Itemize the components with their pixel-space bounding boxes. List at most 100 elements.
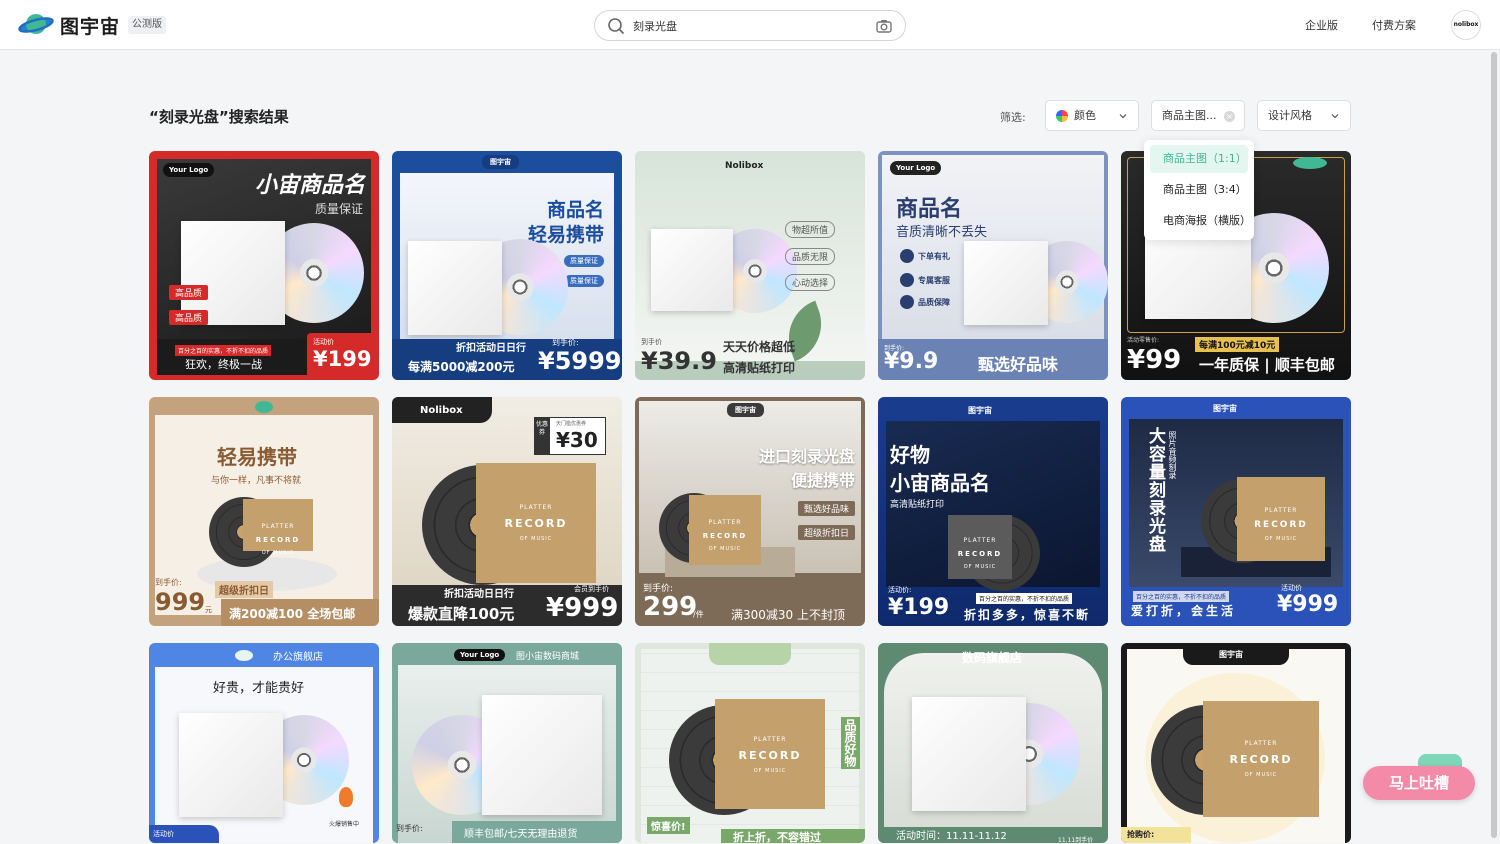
template-card[interactable]: Nolibox 优惠券 天门槛优惠券 ¥30 PLATTER RECORD OF… [392,397,622,626]
card-promo: 甄选好品味 [978,355,1059,374]
clear-icon[interactable]: × [1224,111,1235,122]
record-line2: RECORD [1229,753,1293,767]
coupon-note: 天门槛优惠券 [556,421,587,427]
avatar[interactable]: nolibox [1451,10,1481,40]
scrollbar-thumb[interactable] [1491,52,1497,838]
record-sleeve: PLATTER RECORD OF MUSIC [715,699,825,809]
search-icon[interactable] [607,17,625,35]
sleeve-image [408,241,502,335]
record-line3: OF MUSIC [963,563,997,570]
card-fine-print: 11.11到手价 [1058,837,1094,843]
card-promo: 天天价格超低 [723,340,796,354]
price-label: 活动价 [313,338,334,346]
card-promo: 满200减100 全场包邮 [229,607,356,621]
card-fine-print: 高清贴纸打印 [723,361,796,375]
type-filter[interactable]: 商品主图... × [1151,100,1245,131]
style-filter[interactable]: 设计风格 [1257,100,1351,131]
card-fine-print-2: 百分之百的实惠，不折不扣的品质 [976,593,1073,604]
template-card[interactable]: 图宇宙 大容量刻录光盘 照片音频刻录 PLATTER RECORD OF MUS… [1121,397,1351,626]
logo-badge: Nolibox [420,405,463,416]
sleeve-image [651,229,733,311]
record-line3: OF MUSIC [261,549,295,556]
coupon-value: ¥30 [556,428,598,452]
card-title: 品质好物 [841,717,860,769]
color-wheel-icon [1056,110,1068,122]
logo-badge: 图宇宙 [482,155,519,169]
card-price: ¥999 [1277,592,1339,617]
card-price: ¥9.9 [884,349,939,374]
template-card[interactable]: 图宇宙 商品名 轻易携带 质量保证 质量保证 折扣活动日日行 每满5000减20… [392,151,622,380]
record-sleeve: PLATTER RECORD OF MUSIC [689,495,761,565]
template-card[interactable]: 图宇宙 进口刻录光盘 便捷携带 甄选好品味 超级折扣日 PLATTER RECO… [635,397,865,626]
template-card[interactable]: Your Logo 小宙商品名 质量保证 高品质 高品质 百分之百的实惠，不折不… [149,151,379,380]
template-card[interactable]: Your Logo 图小宙数码商城 到手价: 顺丰包邮/七天无理由退货 [392,643,622,843]
card-price: 999 [155,588,206,616]
sleeve-image [912,697,1026,811]
record-line3: OF MUSIC [519,535,553,542]
template-card[interactable]: 图宇宙 好物 小宙商品名 高清贴纸打印 PLATTER RECORD OF MU… [878,397,1108,626]
record-line1: PLATTER [708,519,742,527]
card-title: 小宙商品名 [254,173,365,198]
record-line2: RECORD [702,532,748,541]
card-subtitle: 照片音频刻录 [1168,431,1177,479]
logo-badge: 图宇宙 [968,406,992,415]
card-fine-print: 超级折扣日 [215,581,273,598]
type-filter-label: 商品主图... [1162,109,1217,122]
price-unit: 元 [205,606,212,614]
dropdown-option-main-1-1[interactable]: 商品主图（1:1） [1150,145,1248,173]
card-title: 好贵，才能贵好 [213,681,305,696]
card-tag: 高品质 [169,285,209,300]
search-bar[interactable] [594,10,906,41]
feedback-button[interactable]: 马上吐槽 [1363,766,1475,800]
card-subtitle: 与你一样，凡事不将就 [211,476,302,486]
nav-enterprise[interactable]: 企业版 [1305,17,1338,33]
nav-pricing[interactable]: 付费方案 [1372,17,1416,33]
camera-search-icon[interactable] [875,17,893,35]
brand-name[interactable]: 图宇宙 [60,12,120,39]
card-title: 商品名 [546,199,604,221]
template-card[interactable]: 办公旗舰店 好贵，才能贵好 火爆销售中 活动价 [149,643,379,843]
sleeve-image [179,713,283,817]
card-price: 299 [643,592,698,622]
record-line3: OF MUSIC [753,768,787,775]
template-card[interactable]: 图宇宙 PLATTER RECORD OF MUSIC 抢购价: [1121,643,1351,843]
dropdown-option-poster-landscape[interactable]: 电商海报（横版） [1150,207,1251,235]
record-line2: RECORD [957,549,1003,558]
dropdown-option-main-3-4[interactable]: 商品主图（3:4） [1150,176,1248,204]
record-line1: PLATTER [261,522,295,530]
card-feature: 下单有礼 [918,252,950,261]
card-promo: 顺丰包邮/七天无理由退货 [464,829,578,840]
template-card[interactable]: Your Logo 商品名 音质清晰不丢失 下单有礼 专属客服 品质保障 到手价… [878,151,1108,380]
record-line1: PLATTER [519,503,553,511]
card-tag: 甄选好品味 [797,501,855,516]
type-dropdown-menu: 商品主图（1:1） 商品主图（3:4） 电商海报（横版） [1144,140,1254,240]
price-label: 活动价 [153,830,174,838]
card-promo: 满300减30 上不封顶 [731,608,845,622]
card-fine-print: 高清贴纸打印 [890,500,945,510]
page-scrollbar[interactable] [1491,52,1497,844]
color-filter[interactable]: 颜色 [1045,100,1139,131]
logo-badge: Nolibox [725,161,764,171]
store-name: 办公旗舰店 [273,652,323,663]
color-filter-label: 颜色 [1074,109,1096,122]
template-card[interactable]: PLATTER RECORD OF MUSIC 品质好物 惊喜价! 折上折，不容… [635,643,865,843]
record-line2: RECORD [738,749,802,763]
card-subtitle: 质量保证 [314,202,363,216]
planet-logo-icon[interactable] [18,11,54,39]
card-tag: 质量保证 [564,255,604,267]
record-line1: PLATTER [1244,740,1278,748]
store-name: 图小宙数码商城 [516,652,580,662]
search-input[interactable] [633,17,853,35]
template-card[interactable]: 轻易携带 与你一样，凡事不将就 PLATTER RECORD OF MUSIC … [149,397,379,626]
record-line1: PLATTER [963,536,997,544]
record-line3: OF MUSIC [1244,772,1278,779]
card-promo: 爆款直降100元 [408,605,515,623]
template-card[interactable]: 数码旗舰店 活动时间：11.11-11.12 11.11到手价 [878,643,1108,843]
card-price: ¥199 [888,595,950,620]
card-tag: 超级折扣日 [797,525,855,540]
card-fine-print: 百分之百的实惠，不折不扣的品质 [1133,591,1230,602]
card-tag: 心动选择 [785,274,836,291]
template-card[interactable]: Nolibox 物超所值 品质无限 心动选择 到手价 ¥39.9 天天价格超低 … [635,151,865,380]
page-title: “刻录光盘”搜索结果 [149,108,289,126]
card-title: 数码旗舰店 [962,651,1023,665]
